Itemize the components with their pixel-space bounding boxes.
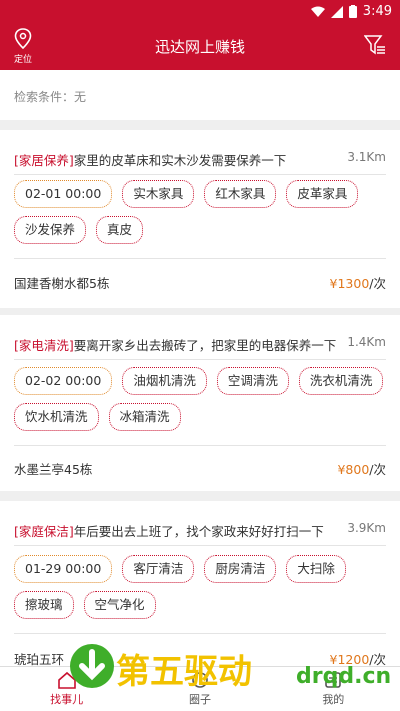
order-description: 家里的皮革床和实木沙发需要保养一下 [73,153,287,168]
divider [14,545,386,546]
service-tag: 真皮 [96,216,144,244]
order-date-tag: 01-29 00:00 [14,555,113,583]
divider [14,633,386,634]
page-title: 迅达网上赚钱 [154,38,245,56]
order-card[interactable]: [家电清洗]要离开家乡出去搬砖了，把家里的电器保养一下 1.4Km 02-02 … [0,315,400,491]
order-price: ¥1300/次 [330,273,386,292]
service-tag: 空气净化 [83,591,156,619]
service-tag: 皮革家具 [286,180,359,208]
service-tag: 擦玻璃 [14,591,74,619]
service-tag: 大扫除 [286,555,346,583]
watermark-domain: drqd.cn [296,664,392,689]
order-date-tag: 02-02 00:00 [14,367,113,395]
status-icons: 3:49 [310,4,392,19]
price-unit: /次 [369,276,386,291]
filter-button[interactable] [363,34,386,60]
order-distance: 3.9Km [347,521,386,535]
price-amount: ¥1300 [329,276,370,291]
order-description: 年后要出去上班了，找个家政来好好打扫一下 [73,524,324,539]
status-time: 3:49 [362,4,392,19]
divider [14,258,386,259]
search-criteria: 检索条件：无 [0,70,400,120]
order-description: 要离开家乡出去搬砖了，把家里的电器保养一下 [73,338,337,353]
order-category: [家庭保洁] [14,524,74,539]
signal-icon [330,5,343,18]
service-tag: 冰箱清洗 [108,403,181,431]
battery-icon [348,5,357,18]
service-tag: 沙发保养 [14,216,87,244]
divider [14,445,386,446]
order-distance: 1.4Km [347,335,386,349]
order-distance: 3.1Km [347,150,386,164]
status-bar: 3:49 [0,0,400,24]
filter-icon [363,35,385,55]
service-tag: 实木家具 [122,180,195,208]
service-tag: 空调清洗 [216,367,289,395]
order-card[interactable]: [家居保养]家里的皮革床和实木沙发需要保养一下 3.1Km 02-01 00:0… [0,130,400,308]
price-unit: /次 [369,462,386,477]
service-tag: 客厅清洁 [122,555,195,583]
app-bar: 定位 迅达网上赚钱 [0,24,400,70]
service-tag: 洗衣机清洗 [298,367,384,395]
watermark-text: 第五驱动 [116,652,252,692]
price-amount: ¥800 [337,462,370,477]
order-title: [家庭保洁]年后要出去上班了，找个家政来好好打扫一下 3.9Km [14,521,386,540]
wifi-icon [310,6,325,17]
watermark-logo [70,644,114,688]
divider [14,359,386,360]
order-tags: 02-01 00:00 实木家具 红木家具 皮革家具 沙发保养 真皮 [14,180,386,244]
service-tag: 红木家具 [204,180,277,208]
order-category: [家电清洗] [14,338,74,353]
service-tag: 油烟机清洗 [122,367,207,395]
order-tags: 02-02 00:00 油烟机清洗 空调清洗 洗衣机清洗 饮水机清洗 冰箱清洗 [14,367,386,431]
watermark: 第五驱动 drqd.cn [70,640,392,700]
order-date-tag: 02-01 00:00 [14,180,113,208]
order-address: 国建香榭水都5栋 [14,276,110,291]
order-title: [家电清洗]要离开家乡出去搬砖了，把家里的电器保养一下 1.4Km [14,335,386,354]
service-tag: 厨房清洁 [204,555,277,583]
order-title: [家居保养]家里的皮革床和实木沙发需要保养一下 3.1Km [14,150,386,169]
service-tag: 饮水机清洗 [14,403,99,431]
order-category: [家居保养] [14,153,74,168]
order-tags: 01-29 00:00 客厅清洁 厨房清洁 大扫除 擦玻璃 空气净化 [14,555,386,619]
order-price: ¥800/次 [337,459,386,478]
divider [14,174,386,175]
order-address: 水墨兰亭45栋 [14,462,93,477]
